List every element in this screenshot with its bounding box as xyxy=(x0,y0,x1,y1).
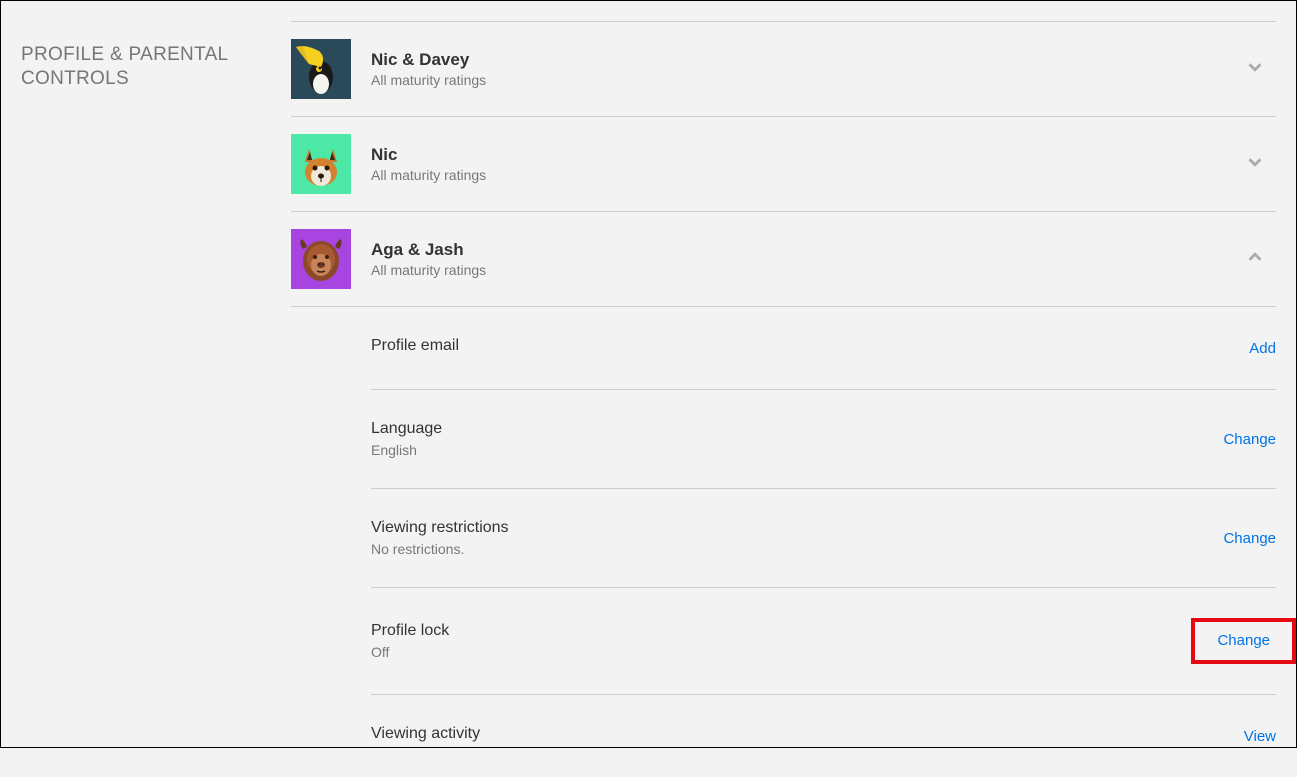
detail-value: No restrictions. xyxy=(371,541,1223,557)
viewing-restrictions-row: Viewing restrictions No restrictions. Ch… xyxy=(371,489,1276,588)
change-restrictions-link[interactable]: Change xyxy=(1223,530,1276,547)
profile-lock-row: Profile lock Off Change xyxy=(371,588,1276,695)
detail-title: Viewing activity xyxy=(371,725,1244,743)
profile-subtitle: All maturity ratings xyxy=(371,72,1244,88)
view-activity-link[interactable]: View xyxy=(1244,728,1276,745)
change-profile-lock-link[interactable]: Change xyxy=(1217,632,1270,649)
detail-title: Language xyxy=(371,420,1223,438)
profile-name: Nic xyxy=(371,145,1244,165)
profile-name: Aga & Jash xyxy=(371,240,1244,260)
avatar xyxy=(291,39,351,99)
add-email-link[interactable]: Add xyxy=(1249,340,1276,357)
profile-details: Profile email Add Language English Chang… xyxy=(291,307,1276,777)
chevron-down-icon xyxy=(1244,56,1266,83)
profile-info: Nic All maturity ratings xyxy=(371,145,1244,183)
profile-row-nic-davey[interactable]: Nic & Davey All maturity ratings xyxy=(291,22,1276,117)
change-language-link[interactable]: Change xyxy=(1223,431,1276,448)
profile-row-nic[interactable]: Nic All maturity ratings xyxy=(291,117,1276,212)
section-title: PROFILE & PARENTAL CONTROLS xyxy=(21,1,291,777)
detail-title: Viewing restrictions xyxy=(371,519,1223,537)
profile-subtitle: All maturity ratings xyxy=(371,262,1244,278)
language-row: Language English Change xyxy=(371,390,1276,489)
viewing-activity-row: Viewing activity View xyxy=(371,695,1276,777)
profile-email-row: Profile email Add xyxy=(371,307,1276,390)
detail-title: Profile lock xyxy=(371,622,1191,640)
chevron-up-icon xyxy=(1244,246,1266,273)
avatar xyxy=(291,229,351,289)
profile-info: Aga & Jash All maturity ratings xyxy=(371,240,1244,278)
profile-info: Nic & Davey All maturity ratings xyxy=(371,50,1244,88)
profiles-section: Nic & Davey All maturity ratings xyxy=(291,21,1276,777)
chevron-down-icon xyxy=(1244,151,1266,178)
profile-name: Nic & Davey xyxy=(371,50,1244,70)
highlight-box: Change xyxy=(1191,618,1296,664)
profile-subtitle: All maturity ratings xyxy=(371,167,1244,183)
avatar xyxy=(291,134,351,194)
detail-value: English xyxy=(371,442,1223,458)
detail-value: Off xyxy=(371,644,1191,660)
detail-title: Profile email xyxy=(371,337,1249,355)
profile-row-aga-jash[interactable]: Aga & Jash All maturity ratings xyxy=(291,212,1276,307)
